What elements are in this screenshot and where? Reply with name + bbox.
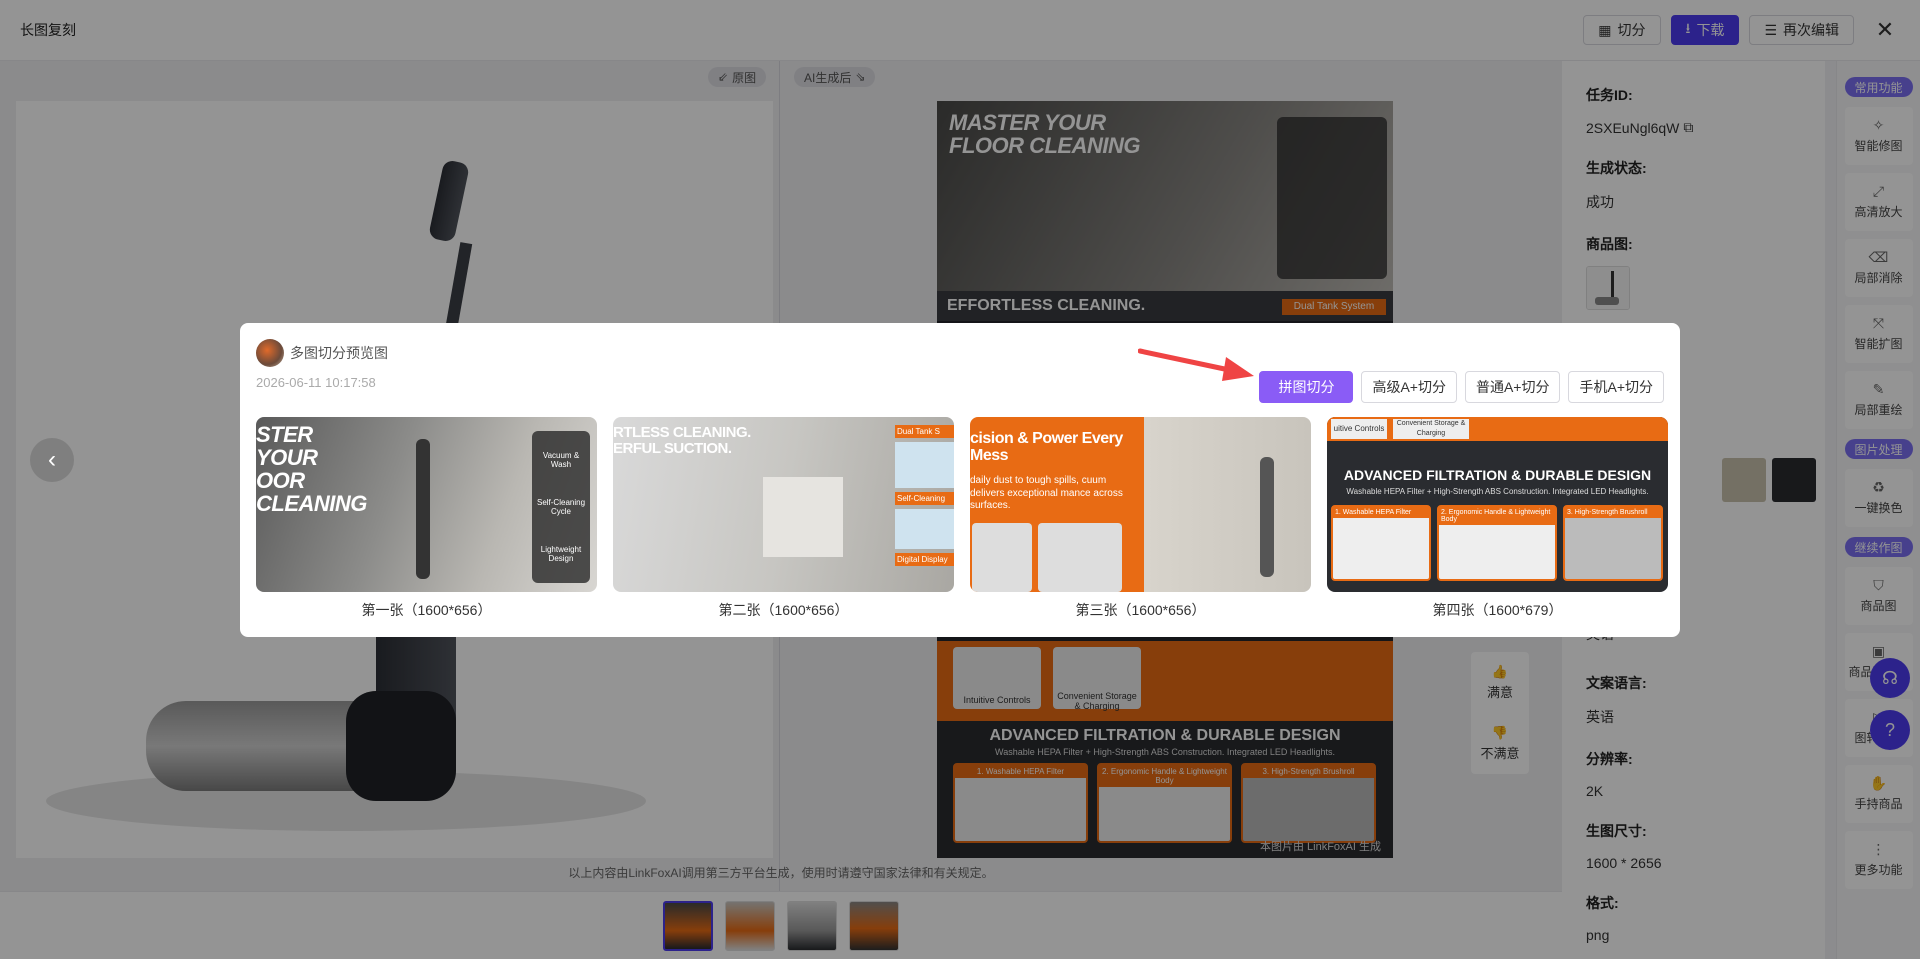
slice-2-caption: 第二张（1600*656） (718, 602, 849, 618)
slice-1-headline: STER YOUR OOR CLEANING (256, 422, 367, 517)
side-feature-panels: Dual Tank S Self-Cleaning Digital Displa… (895, 425, 954, 592)
person-silhouette (416, 439, 430, 579)
slice-2-panel (895, 509, 954, 549)
slice-item[interactable]: uitive Controls Convenient Storage & Cha… (1327, 417, 1668, 620)
slice-1-feature-3: Lightweight Design (540, 544, 582, 563)
slice-3-headline: cision & Power Every Mess (970, 430, 1123, 464)
slice-4-card-3: 3. High-Strength Brushroll (1563, 505, 1663, 581)
modal-title-row: 多图切分预览图 (256, 339, 388, 367)
chevron-left-icon[interactable]: ‹ (30, 438, 74, 482)
modal-title: 多图切分预览图 (290, 345, 388, 361)
slice-4-card-3-label: 3. High-Strength Brushroll (1565, 507, 1661, 518)
slice-4-top-1: uitive Controls (1331, 419, 1387, 439)
slice-2-panel (895, 442, 954, 488)
advanced-aplus-split-button[interactable]: 高级A+切分 (1361, 371, 1457, 403)
modal-date: 2026-06-11 10:17:58 (256, 375, 376, 390)
slice-4-subtitle: Washable HEPA Filter + High-Strength ABS… (1346, 487, 1649, 496)
red-arrow-annotation (1138, 348, 1254, 381)
slice-image-1: STER YOUR OOR CLEANING Vacuum & Wash Sel… (256, 417, 597, 592)
slice-1-feature-2: Self-Cleaning Cycle (536, 497, 586, 516)
slice-4-card-1-label: 1. Washable HEPA Filter (1333, 507, 1429, 518)
slice-4-card-2: 2. Ergonomic Handle & Lightweight Body (1437, 505, 1557, 581)
slice-list: STER YOUR OOR CLEANING Vacuum & Wash Sel… (256, 417, 1668, 620)
slice-1-feature-1: Vacuum & Wash (542, 451, 580, 470)
slice-2-feature-2: Self-Cleaning (895, 492, 954, 505)
slice-2-feature-3: Digital Display (895, 553, 954, 566)
slice-item[interactable]: STER YOUR OOR CLEANING Vacuum & Wash Sel… (256, 417, 597, 620)
slice-image-2: RTLESS CLEANING. ERFUL SUCTION. Dual Tan… (613, 417, 954, 592)
slice-2-feature-1: Dual Tank S (895, 425, 954, 438)
slice-item[interactable]: RTLESS CLEANING. ERFUL SUCTION. Dual Tan… (613, 417, 954, 620)
split-mode-buttons: 拼图切分 高级A+切分 普通A+切分 手机A+切分 (1259, 371, 1664, 403)
stitch-split-button[interactable]: 拼图切分 (1259, 371, 1354, 403)
slice-1-caption: 第一张（1600*656） (361, 602, 492, 618)
kitchen-island (763, 477, 843, 557)
avatar (256, 339, 284, 367)
feature-icon-column: Vacuum & Wash Self-Cleaning Cycle Lightw… (532, 431, 590, 583)
slice-3-card-2 (1038, 523, 1122, 592)
slice-image-4: uitive Controls Convenient Storage & Cha… (1327, 417, 1668, 592)
slice-2-headline: RTLESS CLEANING. ERFUL SUCTION. (613, 424, 751, 457)
slice-3-subtitle: daily dust to tough spills, cuum deliver… (970, 475, 1123, 511)
slice-image-3: cision & Power Every Mess daily dust to … (970, 417, 1311, 592)
normal-aplus-split-button[interactable]: 普通A+切分 (1464, 371, 1561, 403)
slice-4-card-1: 1. Washable HEPA Filter (1331, 505, 1431, 581)
mobile-aplus-split-button[interactable]: 手机A+切分 (1568, 371, 1664, 403)
split-preview-modal: 多图切分预览图 2026-06-11 10:17:58 拼图切分 高级A+切分 … (240, 323, 1680, 637)
slice-item[interactable]: cision & Power Every Mess daily dust to … (970, 417, 1311, 620)
slice-4-caption: 第四张（1600*679） (1432, 602, 1563, 618)
person-silhouette (1260, 457, 1274, 577)
slice-4-top-2: Convenient Storage & Charging (1393, 419, 1469, 439)
slice-3-card-1 (972, 523, 1032, 592)
slice-3-caption: 第三张（1600*656） (1075, 602, 1206, 618)
slice-4-card-2-label: 2. Ergonomic Handle & Lightweight Body (1439, 507, 1555, 525)
slice-4-headline: ADVANCED FILTRATION & DURABLE DESIGN (1343, 467, 1652, 483)
